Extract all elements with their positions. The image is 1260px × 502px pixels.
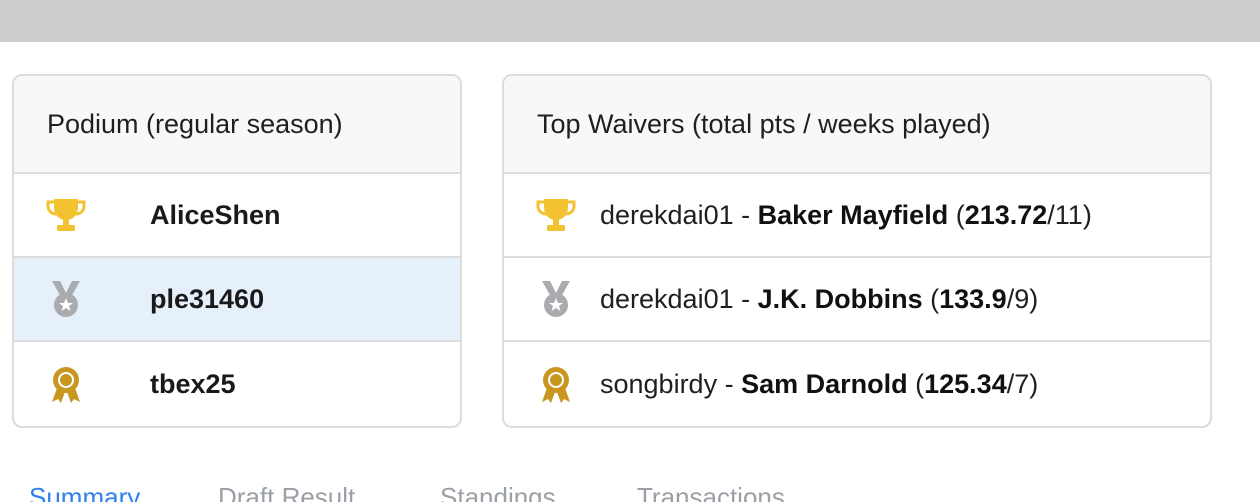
podium-name: tbex25 bbox=[150, 368, 236, 399]
waiver-points: 133.9 bbox=[939, 283, 1007, 314]
waiver-open-paren: ( bbox=[948, 199, 965, 230]
podium-name: AliceShen bbox=[150, 199, 281, 230]
bronze-award-icon bbox=[44, 362, 88, 406]
waiver-points: 213.72 bbox=[964, 199, 1048, 230]
tab-bar: Summary Draft Result Standings Transacti… bbox=[0, 470, 1260, 502]
waiver-weeks: /7) bbox=[1006, 368, 1039, 399]
waiver-weeks: /9) bbox=[1006, 283, 1039, 314]
waiver-player: Baker Mayfield bbox=[757, 199, 949, 230]
waiver-weeks: /11) bbox=[1047, 199, 1092, 230]
podium-name: ple31460 bbox=[150, 283, 265, 314]
waiver-player: Sam Darnold bbox=[741, 368, 908, 399]
podium-card-title: Podium (regular season) bbox=[14, 76, 460, 174]
tab-summary[interactable]: Summary bbox=[29, 482, 140, 502]
silver-medal-icon bbox=[44, 277, 88, 321]
waiver-points: 125.34 bbox=[924, 368, 1007, 399]
waiver-row-second: derekdai01 - J.K. Dobbins (133.9/9) bbox=[504, 258, 1210, 342]
tab-standings[interactable]: Standings bbox=[440, 482, 556, 502]
tab-transactions[interactable]: Transactions bbox=[637, 482, 785, 502]
trophy-icon bbox=[534, 193, 578, 237]
waiver-open-paren: ( bbox=[922, 283, 940, 314]
waiver-owner: derekdai01 bbox=[600, 199, 734, 230]
waiver-entry: songbirdy - Sam Darnold (125.34/7) bbox=[600, 369, 1038, 400]
waiver-entry: derekdai01 - Baker Mayfield (213.72/11) bbox=[600, 200, 1092, 231]
waiver-owner: derekdai01 bbox=[600, 283, 734, 314]
trophy-icon bbox=[44, 193, 88, 237]
podium-row-first: AliceShen bbox=[14, 174, 460, 258]
waiver-owner: songbirdy bbox=[600, 368, 718, 399]
podium-card: Podium (regular season) AliceShen ple314… bbox=[12, 74, 462, 428]
top-bar bbox=[0, 0, 1260, 42]
waivers-card-title: Top Waivers (total pts / weeks played) bbox=[504, 76, 1210, 174]
bronze-award-icon bbox=[534, 362, 578, 406]
waiver-open-paren: ( bbox=[907, 368, 925, 399]
waiver-separator: - bbox=[717, 368, 742, 399]
waiver-row-first: derekdai01 - Baker Mayfield (213.72/11) bbox=[504, 174, 1210, 258]
waiver-entry: derekdai01 - J.K. Dobbins (133.9/9) bbox=[600, 284, 1038, 315]
tab-draft-result[interactable]: Draft Result bbox=[218, 482, 355, 502]
silver-medal-icon bbox=[534, 277, 578, 321]
waiver-separator: - bbox=[733, 199, 758, 230]
waiver-player: J.K. Dobbins bbox=[757, 283, 923, 314]
waiver-row-third: songbirdy - Sam Darnold (125.34/7) bbox=[504, 342, 1210, 426]
top-waivers-card: Top Waivers (total pts / weeks played) d… bbox=[502, 74, 1212, 428]
waiver-separator: - bbox=[733, 283, 758, 314]
podium-row-second: ple31460 bbox=[14, 258, 460, 342]
podium-row-third: tbex25 bbox=[14, 342, 460, 426]
